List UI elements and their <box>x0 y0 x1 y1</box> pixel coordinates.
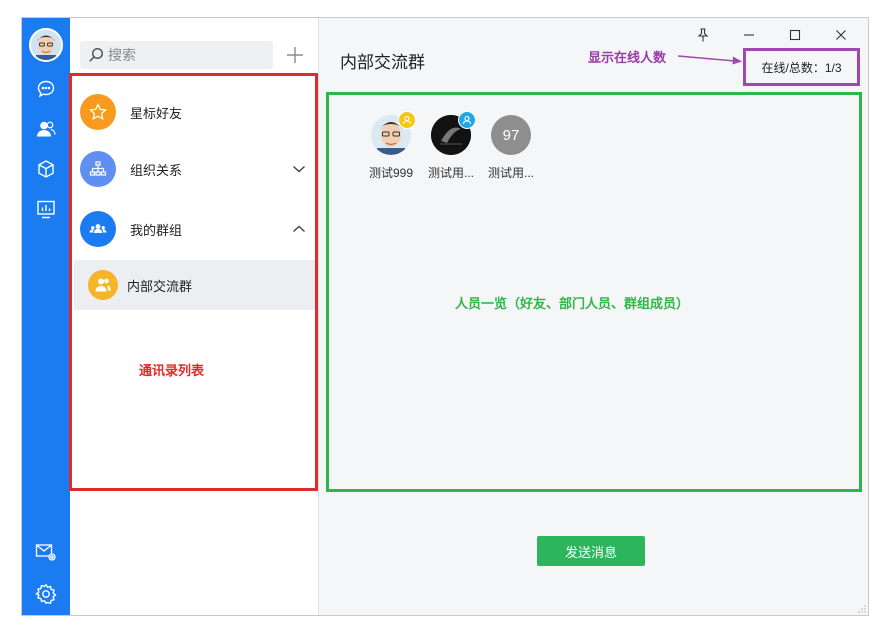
member-item[interactable]: 测试999 <box>359 111 423 181</box>
org-tree-icon <box>80 151 116 187</box>
window-controls <box>680 24 864 46</box>
member-avatar <box>431 111 476 155</box>
app-window: 星标好友 组织关系 我的群组 内部交流群 <box>21 17 869 616</box>
member-name: 测试用... <box>487 166 534 180</box>
contacts-panel: 星标好友 组织关系 我的群组 内部交流群 <box>70 18 319 615</box>
chevron-down-icon[interactable] <box>289 159 309 179</box>
group-my-groups[interactable]: 我的群组 <box>70 201 319 257</box>
user-badge-icon <box>458 111 476 129</box>
member-name: 测试999 <box>368 166 414 180</box>
annotation-contacts-list: 通讯录列表 <box>139 363 205 378</box>
group-label: 组织关系 <box>130 162 183 178</box>
chart-icon[interactable] <box>34 197 58 221</box>
maximize-icon[interactable] <box>772 24 818 46</box>
send-message-button[interactable]: 发送消息 <box>537 536 645 566</box>
plus-icon[interactable] <box>283 43 307 67</box>
group-label: 我的群组 <box>130 222 183 238</box>
group-label: 星标好友 <box>130 105 183 121</box>
subgroup-label: 内部交流群 <box>127 278 193 294</box>
member-item[interactable]: 测试用... <box>419 111 483 181</box>
user-avatar[interactable] <box>29 28 63 62</box>
page-title: 内部交流群 <box>340 53 425 72</box>
user-badge-icon <box>398 111 416 129</box>
annotation-arrow <box>677 55 742 65</box>
gear-icon[interactable] <box>34 582 58 606</box>
search-icon <box>84 47 108 63</box>
search-box <box>80 41 273 69</box>
close-icon[interactable] <box>818 24 864 46</box>
subgroup-internal-chat[interactable]: 内部交流群 <box>74 260 317 310</box>
contacts-icon[interactable] <box>34 117 58 141</box>
chat-bubble-icon[interactable] <box>34 77 58 101</box>
mail-gear-icon[interactable] <box>34 540 58 564</box>
pin-icon[interactable] <box>680 24 726 46</box>
member-name: 测试用... <box>427 166 474 180</box>
cube-icon[interactable] <box>34 157 58 181</box>
group-org-relations[interactable]: 组织关系 <box>70 141 319 197</box>
group-icon <box>80 211 116 247</box>
search-input[interactable] <box>108 47 268 63</box>
member-item[interactable]: 97 测试用... <box>479 115 543 181</box>
online-status: 在线/总数：1/3 <box>761 60 842 75</box>
star-icon <box>80 94 116 130</box>
main-panel: 内部交流群 显示在线人数 在线/总数：1/3 测试999 测试用... 97 测… <box>320 18 868 615</box>
resize-grip-icon[interactable] <box>858 605 866 613</box>
annotation-members: 人员一览（好友、部门人员、群组成员） <box>455 296 690 311</box>
online-status-box: 在线/总数：1/3 <box>743 48 860 86</box>
member-list-area: 测试999 测试用... 97 测试用... 人员一览（好友、部门人员、群组成员… <box>326 92 862 492</box>
chevron-up-icon[interactable] <box>289 219 309 239</box>
member-avatar <box>371 111 416 155</box>
avatar-initials: 97 <box>502 126 520 144</box>
annotation-online-count: 显示在线人数 <box>588 50 667 65</box>
minimize-icon[interactable] <box>726 24 772 46</box>
group-starred-friends[interactable]: 星标好友 <box>70 84 319 140</box>
nav-rail <box>22 18 70 615</box>
group-avatar-icon <box>88 270 118 300</box>
member-avatar: 97 <box>491 115 531 155</box>
